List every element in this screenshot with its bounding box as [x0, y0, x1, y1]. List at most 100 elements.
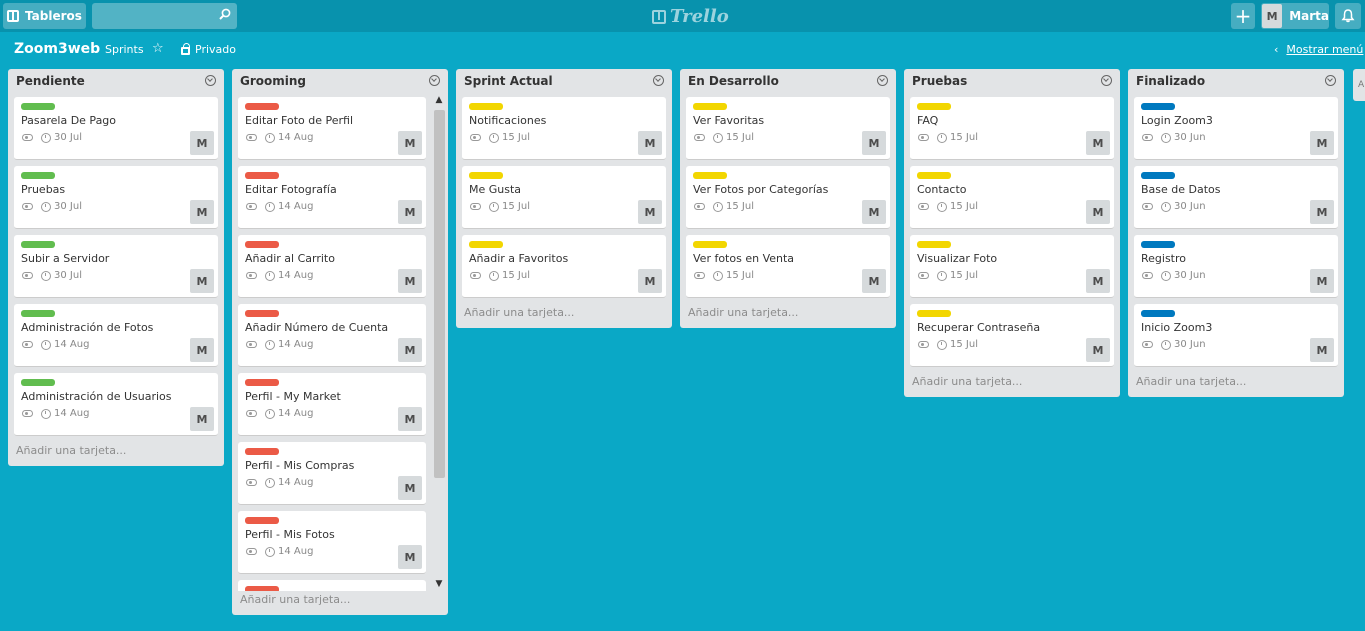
scrollbar[interactable]: ▲ ▼: [432, 93, 446, 591]
list-menu-icon[interactable]: [877, 75, 888, 86]
eye-icon: [246, 410, 257, 417]
eye-icon: [22, 203, 33, 210]
card[interactable]: Contacto 15 Jul M: [910, 166, 1114, 229]
add-button[interactable]: +: [1231, 3, 1255, 29]
card[interactable]: Añadir Número de Cuenta 14 Aug M: [238, 304, 426, 367]
card[interactable]: Perfil - My Market 14 Aug M: [238, 373, 426, 436]
star-icon[interactable]: ☆: [152, 41, 164, 56]
card[interactable]: FAQ 15 Jul M: [910, 97, 1114, 160]
search-input[interactable]: [92, 3, 237, 29]
member-avatar[interactable]: M: [1310, 338, 1334, 362]
add-card-link[interactable]: Añadir una tarjeta...: [456, 304, 672, 328]
member-avatar[interactable]: M: [398, 338, 422, 362]
list-scroll-area[interactable]: ▲ ▼ Editar Foto de Perfil 14 Aug M Editar Fot…: [232, 93, 448, 591]
add-card-link[interactable]: Añadir una tarjeta...: [232, 591, 448, 615]
card[interactable]: Base de Datos 30 Jun M: [1134, 166, 1338, 229]
card[interactable]: Añadir al Carrito 14 Aug M: [238, 235, 426, 298]
card[interactable]: Perfil - Mis Fotos 14 Aug M: [238, 511, 426, 574]
list-menu-icon[interactable]: [205, 75, 216, 86]
card[interactable]: Registro 30 Jun M: [1134, 235, 1338, 298]
member-avatar[interactable]: M: [1310, 200, 1334, 224]
member-avatar[interactable]: M: [1086, 200, 1110, 224]
card-badges: 14 Aug: [246, 339, 313, 350]
member-avatar[interactable]: M: [1310, 131, 1334, 155]
list: Pendiente Pasarela De Pago 30 Jul M Pruebas 3…: [8, 69, 224, 466]
eye-icon: [470, 272, 481, 279]
card[interactable]: Me Gusta 15 Jul M: [462, 166, 666, 229]
member-avatar[interactable]: M: [638, 269, 662, 293]
member-avatar[interactable]: M: [638, 200, 662, 224]
member-avatar[interactable]: M: [1086, 131, 1110, 155]
member-avatar[interactable]: M: [190, 131, 214, 155]
scroll-up-icon[interactable]: ▲: [432, 93, 446, 107]
member-avatar[interactable]: M: [398, 200, 422, 224]
card[interactable]: Ver Fotos por Categorías 15 Jul M: [686, 166, 890, 229]
list-title[interactable]: Finalizado: [1136, 74, 1205, 88]
member-avatar[interactable]: M: [1086, 269, 1110, 293]
board-title[interactable]: Zoom3web: [14, 41, 100, 57]
card-title: Editar Foto de Perfil: [245, 114, 354, 127]
card[interactable]: [238, 580, 426, 591]
privacy-button[interactable]: Privado: [181, 42, 236, 56]
member-avatar[interactable]: M: [190, 338, 214, 362]
eye-icon: [22, 410, 33, 417]
boards-button[interactable]: Tableros: [3, 3, 86, 29]
member-avatar[interactable]: M: [1086, 338, 1110, 362]
card[interactable]: Añadir a Favoritos 15 Jul M: [462, 235, 666, 298]
member-avatar[interactable]: M: [1310, 269, 1334, 293]
member-avatar[interactable]: M: [190, 269, 214, 293]
member-avatar[interactable]: M: [862, 200, 886, 224]
trello-logo-icon: [652, 9, 666, 24]
list-title[interactable]: Pruebas: [912, 74, 967, 88]
search-icon[interactable]: [219, 8, 231, 20]
add-card-link[interactable]: Añadir una tarjeta...: [1128, 373, 1344, 397]
card[interactable]: Ver Favoritas 15 Jul M: [686, 97, 890, 160]
member-avatar[interactable]: M: [862, 131, 886, 155]
card[interactable]: Pasarela De Pago 30 Jul M: [14, 97, 218, 160]
card[interactable]: Administración de Fotos 14 Aug M: [14, 304, 218, 367]
card[interactable]: Subir a Servidor 30 Jul M: [14, 235, 218, 298]
list-title[interactable]: Sprint Actual: [464, 74, 553, 88]
show-menu-link[interactable]: ‹ Mostrar menú: [1274, 43, 1363, 56]
list-title[interactable]: En Desarrollo: [688, 74, 779, 88]
notifications-button[interactable]: [1335, 3, 1361, 29]
card[interactable]: Notificaciones 15 Jul M: [462, 97, 666, 160]
card[interactable]: Editar Fotografía 14 Aug M: [238, 166, 426, 229]
user-menu-button[interactable]: M Marta: [1261, 3, 1329, 29]
card[interactable]: Visualizar Foto 15 Jul M: [910, 235, 1114, 298]
card[interactable]: Administración de Usuarios 14 Aug M: [14, 373, 218, 436]
member-avatar[interactable]: M: [398, 407, 422, 431]
list-title[interactable]: Grooming: [240, 74, 306, 88]
member-avatar[interactable]: M: [398, 476, 422, 500]
card[interactable]: Perfil - Mis Compras 14 Aug M: [238, 442, 426, 505]
card[interactable]: Ver fotos en Venta 15 Jul M: [686, 235, 890, 298]
scroll-thumb[interactable]: [434, 110, 445, 478]
scroll-down-icon[interactable]: ▼: [432, 577, 446, 591]
member-avatar[interactable]: M: [862, 269, 886, 293]
member-avatar[interactable]: M: [190, 407, 214, 431]
list-menu-icon[interactable]: [1101, 75, 1112, 86]
card[interactable]: Login Zoom3 30 Jun M: [1134, 97, 1338, 160]
list-title[interactable]: Pendiente: [16, 74, 85, 88]
trello-logo[interactable]: Trello: [652, 6, 729, 27]
add-list-tab[interactable]: A: [1353, 69, 1365, 101]
member-avatar[interactable]: M: [398, 269, 422, 293]
due-date: 30 Jun: [1174, 132, 1206, 143]
list-menu-icon[interactable]: [429, 75, 440, 86]
eye-icon: [246, 272, 257, 279]
member-avatar[interactable]: M: [398, 131, 422, 155]
card[interactable]: Inicio Zoom3 30 Jun M: [1134, 304, 1338, 367]
member-avatar[interactable]: M: [398, 545, 422, 569]
member-avatar[interactable]: M: [638, 131, 662, 155]
team-link[interactable]: Sprints: [105, 43, 144, 56]
card[interactable]: Editar Foto de Perfil 14 Aug M: [238, 97, 426, 160]
list-menu-icon[interactable]: [653, 75, 664, 86]
card[interactable]: Pruebas 30 Jul M: [14, 166, 218, 229]
member-avatar[interactable]: M: [190, 200, 214, 224]
clock-icon: [937, 270, 947, 281]
add-card-link[interactable]: Añadir una tarjeta...: [680, 304, 896, 328]
add-card-link[interactable]: Añadir una tarjeta...: [8, 442, 224, 466]
list-menu-icon[interactable]: [1325, 75, 1336, 86]
add-card-link[interactable]: Añadir una tarjeta...: [904, 373, 1120, 397]
card[interactable]: Recuperar Contraseña 15 Jul M: [910, 304, 1114, 367]
